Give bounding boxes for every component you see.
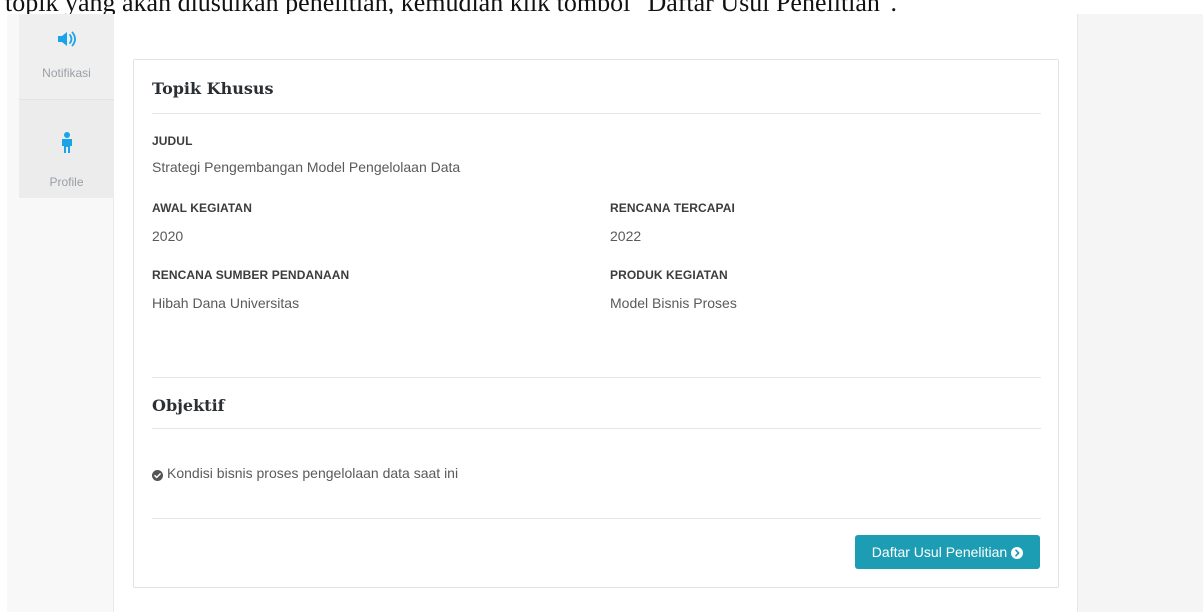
divider [152, 113, 1041, 114]
objektif-item: Kondisi bisnis proses pengelolaan data s… [152, 465, 458, 481]
sidebar-item-profile[interactable]: Profile [19, 100, 114, 198]
sidebar-item-notifikasi[interactable]: Notifikasi [19, 14, 114, 100]
divider [152, 428, 1041, 429]
sidebar-item-label: Notifikasi [42, 66, 91, 80]
check-circle-icon [152, 468, 163, 481]
section-title-topik: Topik Khusus [152, 79, 274, 98]
objektif-item-text: Kondisi bisnis proses pengelolaan data s… [167, 465, 459, 481]
speaker-icon [19, 30, 114, 53]
field-value-awal-kegiatan: 2020 [152, 228, 184, 244]
field-label-sumber-pendanaan: RENCANA SUMBER PENDANAAN [152, 268, 350, 282]
field-label-produk-kegiatan: PRODUK KEGIATAN [610, 268, 728, 282]
sidebar-item-label: Profile [49, 175, 84, 189]
field-value-rencana-tercapai: 2022 [610, 228, 642, 244]
chevron-circle-right-icon [1011, 546, 1024, 559]
divider [152, 377, 1041, 378]
topic-card [133, 59, 1059, 588]
field-label-awal-kegiatan: AWAL KEGIATAN [152, 201, 252, 215]
sidebar: Notifikasi Profile [19, 14, 114, 198]
divider [152, 518, 1041, 519]
field-value-judul: Strategi Pengembangan Model Pengelolaan … [152, 159, 461, 175]
daftar-usul-penelitian-label: Daftar Usul Penelitian [871, 544, 1008, 560]
field-value-sumber-pendanaan: Hibah Dana Universitas [152, 295, 300, 311]
field-label-rencana-tercapai: RENCANA TERCAPAI [610, 201, 735, 215]
person-icon [19, 132, 114, 159]
daftar-usul-penelitian-button[interactable]: Daftar Usul Penelitian [855, 535, 1040, 569]
field-label-judul: JUDUL [152, 134, 193, 148]
section-title-objektif: Objektif [152, 396, 225, 415]
field-value-produk-kegiatan: Model Bisnis Proses [610, 295, 737, 311]
